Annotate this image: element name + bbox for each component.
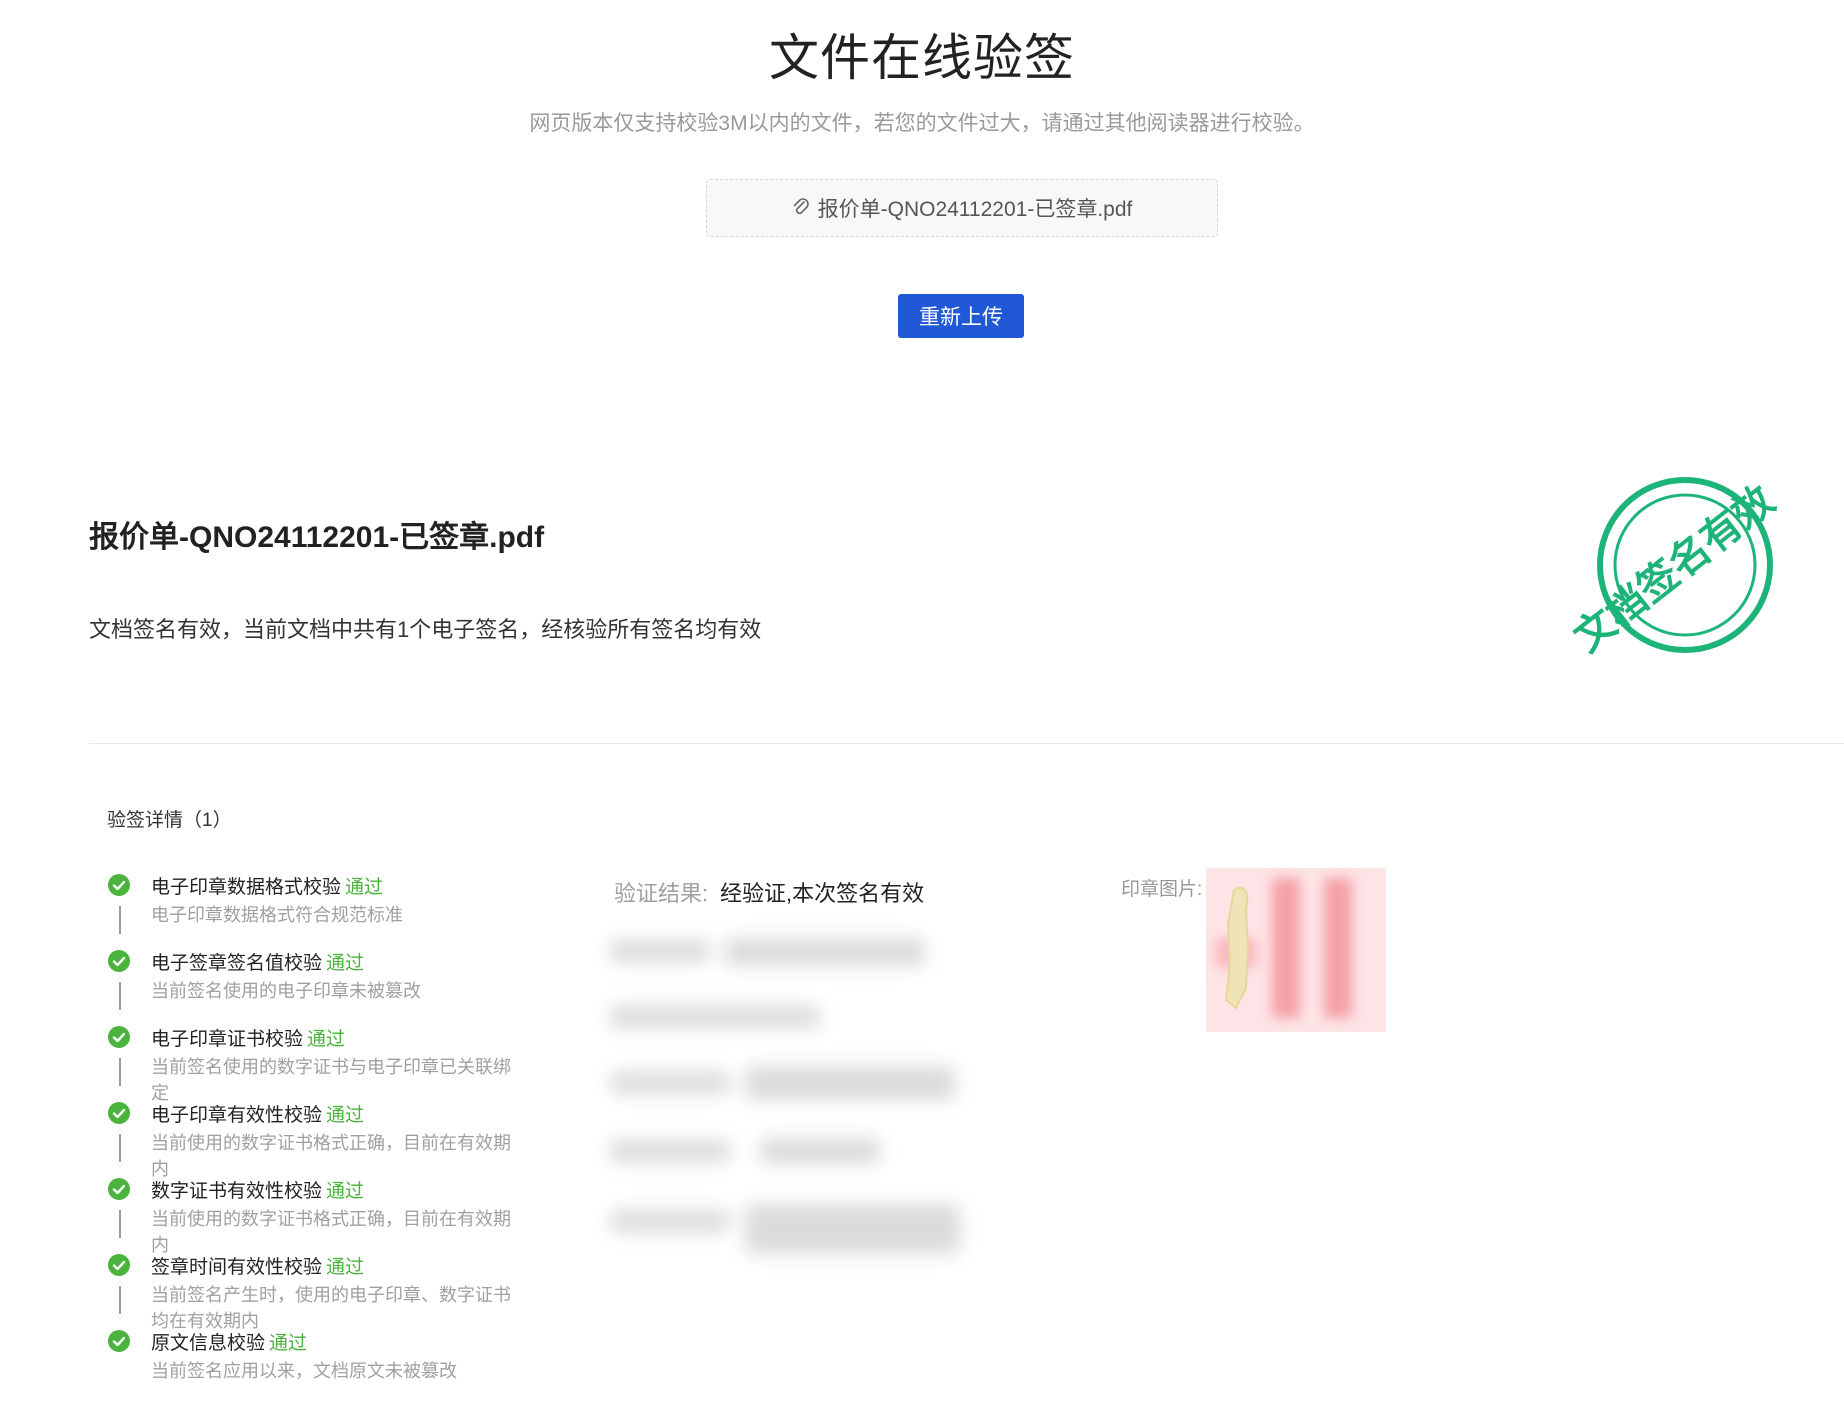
step-name: 原文信息校验 通过 [151, 1333, 308, 1354]
step-item: 电子印章有效性校验 通过 当前使用的数字证书格式正确，目前在有效期内 [108, 1100, 528, 1179]
page-title: 文件在线验签 [769, 30, 1075, 86]
redacted-line [725, 938, 925, 966]
step-connector [119, 982, 121, 1010]
step-description: 当前签名使用的电子印章未被篡改 [151, 981, 421, 1001]
pass-label: 通过 [345, 877, 384, 898]
verification-details-title: 验签详情（1） [107, 810, 232, 831]
redacted-line [610, 1210, 730, 1232]
pass-label: 通过 [326, 1257, 365, 1278]
step-item: 电子签章签名值校验 通过 当前签名使用的电子印章未被篡改 [108, 948, 528, 1024]
redacted-line [760, 1138, 880, 1164]
step-connector [119, 1286, 121, 1314]
step-description: 当前使用的数字证书格式正确，目前在有效期内 [151, 1209, 511, 1255]
check-circle-icon [108, 874, 130, 896]
result-value: 经验证,本次签名有效 [720, 881, 925, 906]
seal-image-label: 印章图片: [1121, 879, 1203, 900]
redacted-line [610, 1140, 730, 1162]
reupload-button[interactable]: 重新上传 [898, 294, 1024, 338]
step-description: 当前签名应用以来，文档原文未被篡改 [151, 1361, 457, 1381]
pass-label: 通过 [326, 953, 365, 974]
redacted-line [610, 1072, 730, 1094]
step-item: 电子印章数据格式校验 通过 电子印章数据格式符合规范标准 [108, 872, 528, 948]
step-description: 当前使用的数字证书格式正确，目前在有效期内 [151, 1133, 511, 1179]
redacted-line [610, 940, 710, 962]
pass-label: 通过 [307, 1029, 346, 1050]
step-name: 电子印章证书校验 通过 [151, 1029, 346, 1050]
redacted-line [745, 1204, 960, 1254]
pass-label: 通过 [326, 1105, 365, 1126]
step-name: 电子印章有效性校验 通过 [151, 1105, 365, 1126]
redacted-line [745, 1066, 955, 1100]
signature-valid-stamp: 文档签名有效 [1566, 477, 1780, 660]
section-divider [89, 743, 1844, 744]
document-name: 报价单-QNO24112201-已签章.pdf [89, 521, 545, 554]
check-circle-icon [108, 1026, 130, 1048]
uploaded-file[interactable]: 报价单-QNO24112201-已签章.pdf [706, 179, 1218, 237]
step-description: 当前签名产生时，使用的电子印章、数字证书均在有效期内 [151, 1285, 511, 1331]
step-connector [119, 1134, 121, 1162]
uploaded-file-name: 报价单-QNO24112201-已签章.pdf [817, 198, 1133, 221]
step-name: 签章时间有效性校验 通过 [151, 1257, 365, 1278]
check-circle-icon [108, 950, 130, 972]
check-circle-icon [108, 1330, 130, 1352]
check-circle-icon [108, 1254, 130, 1276]
redacted-line [610, 1006, 820, 1028]
step-name: 电子签章签名值校验 通过 [151, 953, 365, 974]
document-status: 文档签名有效，当前文档中共有1个电子签名，经核验所有签名均有效 [89, 617, 762, 642]
redacted-signature-info [600, 920, 980, 1280]
upload-size-notice: 网页版本仅支持校验3M以内的文件，若您的文件过大，请通过其他阅读器进行校验。 [529, 112, 1315, 135]
step-item: 签章时间有效性校验 通过 当前签名产生时，使用的电子印章、数字证书均在有效期内 [108, 1252, 528, 1331]
step-item: 数字证书有效性校验 通过 当前使用的数字证书格式正确，目前在有效期内 [108, 1176, 528, 1255]
step-connector [119, 906, 121, 934]
step-item: 原文信息校验 通过 当前签名应用以来，文档原文未被篡改 [108, 1328, 528, 1404]
verification-steps: 电子印章数据格式校验 通过 电子印章数据格式符合规范标准 电子签章签名值校验 通过 … [108, 872, 528, 1404]
step-name: 数字证书有效性校验 通过 [151, 1181, 365, 1202]
step-name: 电子印章数据格式校验 通过 [151, 877, 384, 898]
result-label: 验证结果: [614, 881, 709, 906]
paperclip-icon [792, 197, 810, 219]
pass-label: 通过 [269, 1333, 308, 1354]
step-item: 电子印章证书校验 通过 当前签名使用的数字证书与电子印章已关联绑定 [108, 1024, 528, 1103]
step-description: 当前签名使用的数字证书与电子印章已关联绑定 [151, 1057, 511, 1103]
step-connector [119, 1058, 121, 1086]
seal-image [1206, 868, 1386, 1032]
step-description: 电子印章数据格式符合规范标准 [151, 905, 403, 925]
step-connector [119, 1210, 121, 1238]
check-circle-icon [108, 1178, 130, 1200]
check-circle-icon [108, 1102, 130, 1124]
pass-label: 通过 [326, 1181, 365, 1202]
